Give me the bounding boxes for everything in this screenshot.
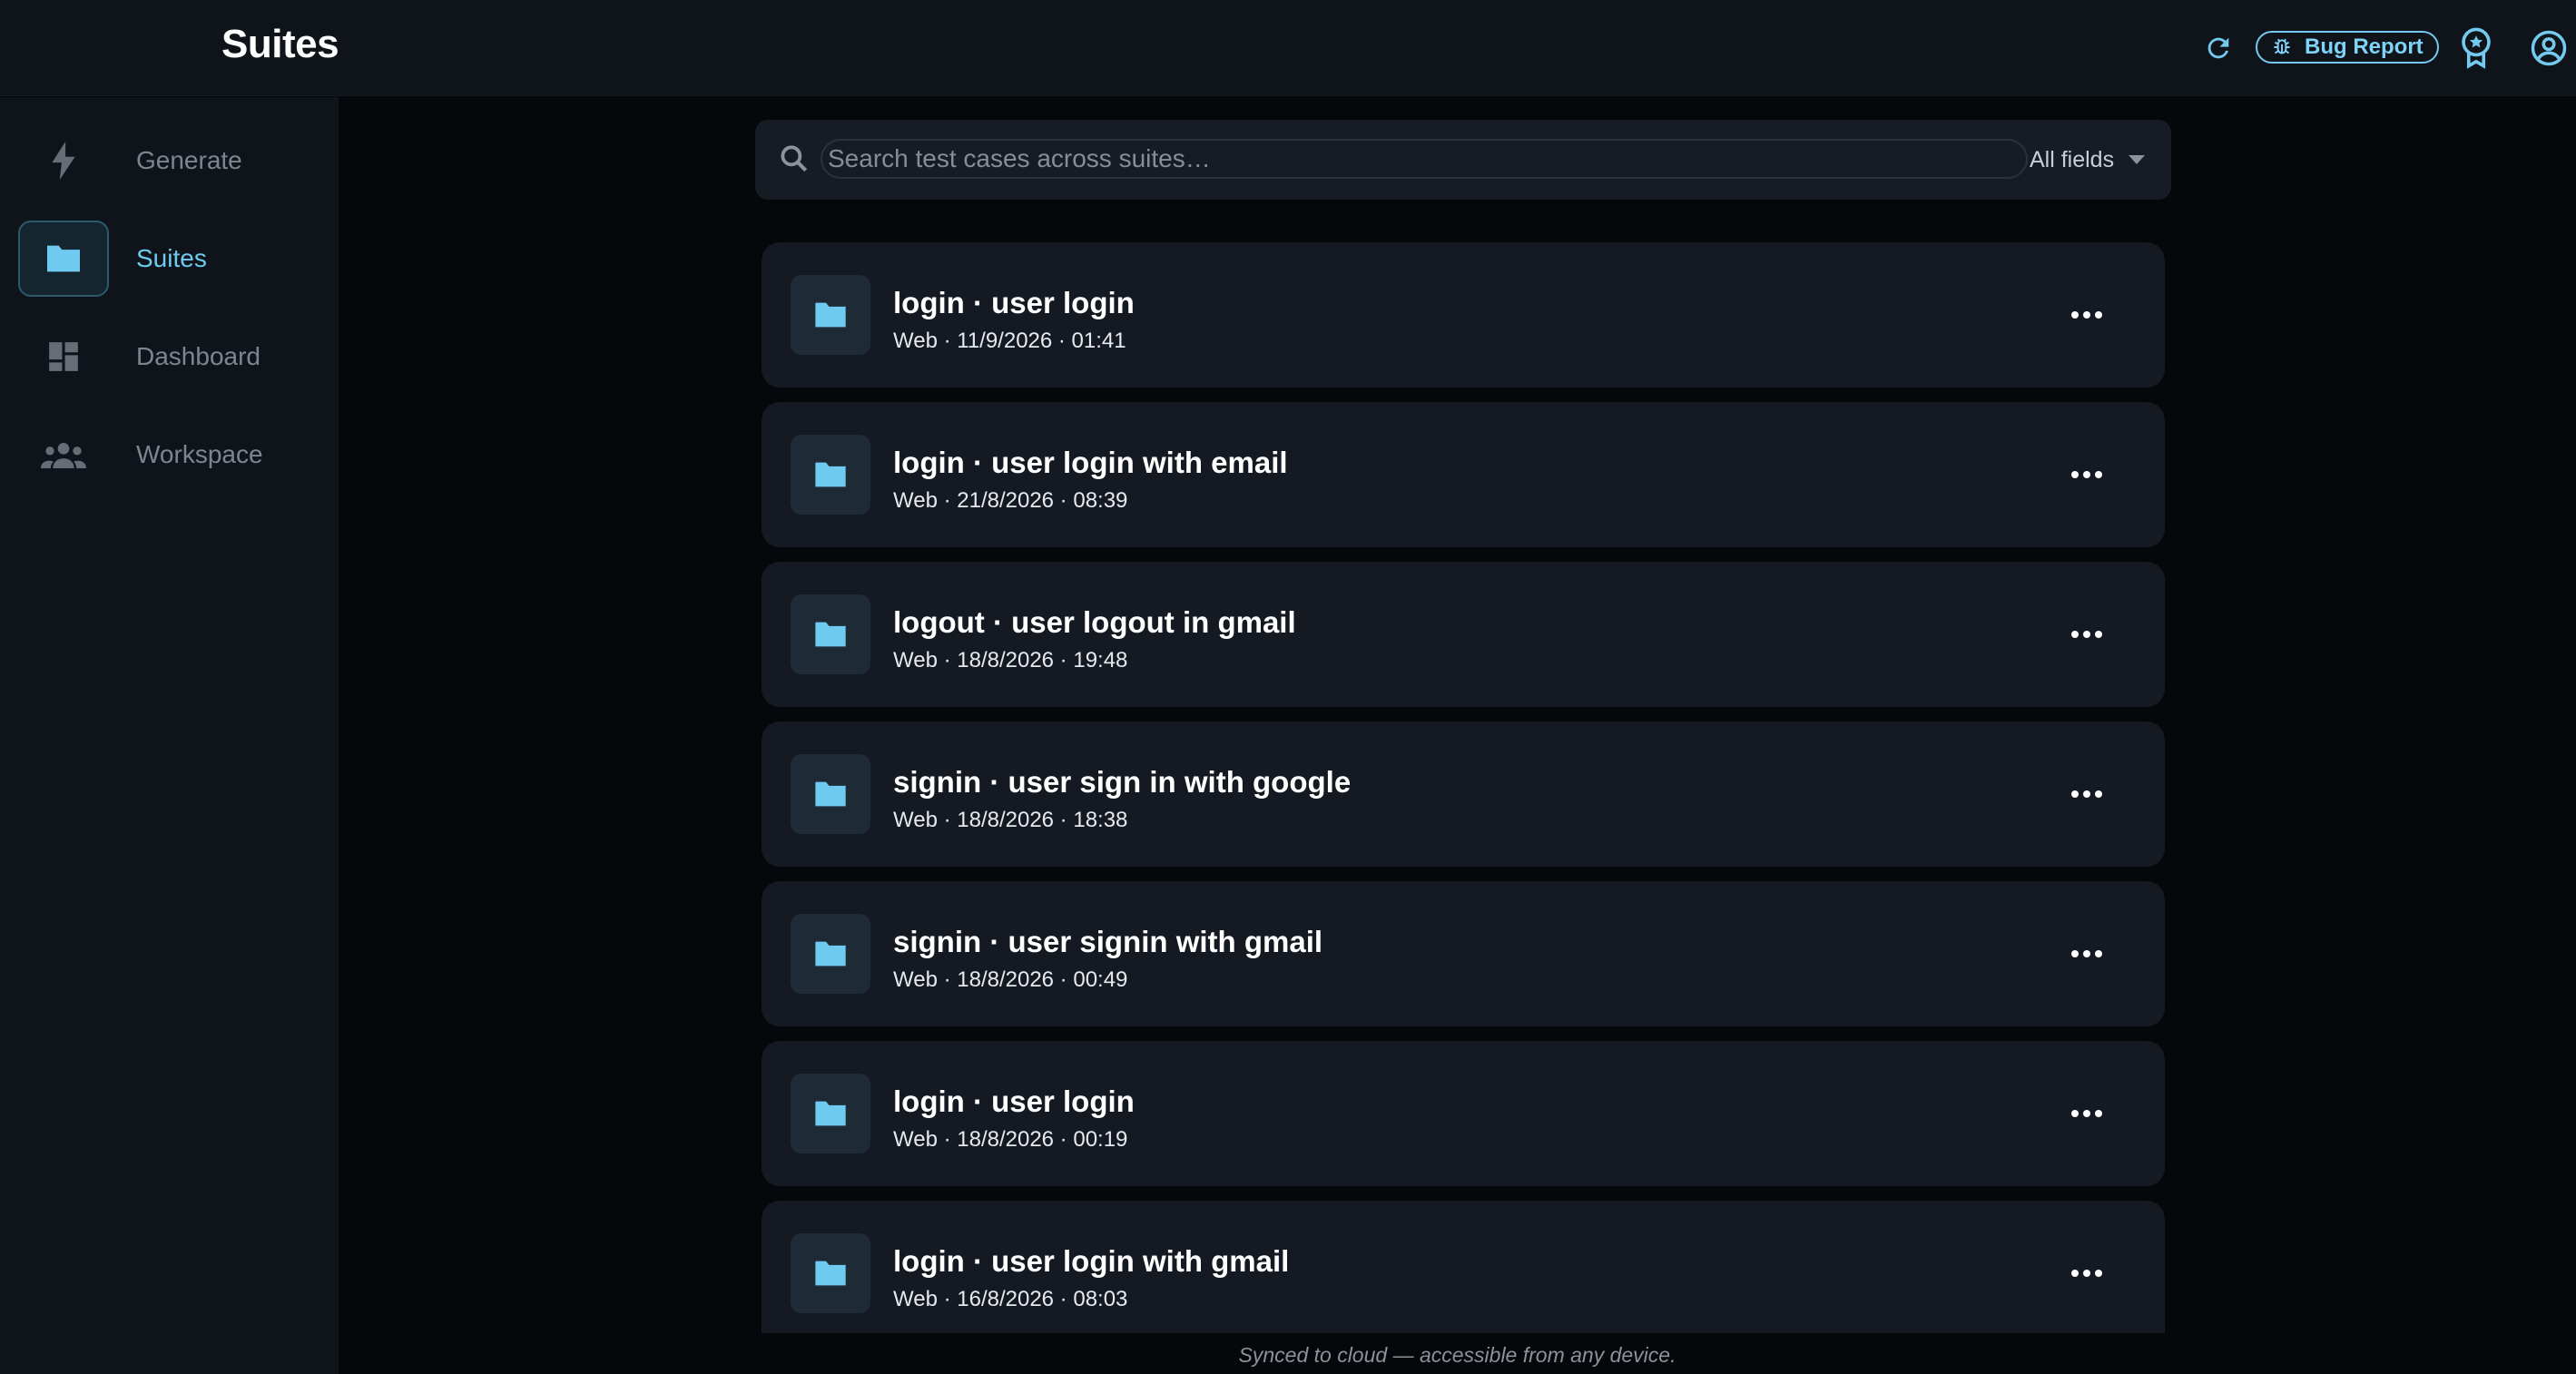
sidebar-item-label: Generate: [136, 146, 242, 174]
refresh-icon: [2207, 37, 2229, 59]
suite-meta: Web · 21/8/2026 · 08:39: [893, 488, 1128, 513]
search-bar: All fields: [755, 120, 2171, 200]
award-button[interactable]: [2453, 25, 2500, 72]
more-options-button[interactable]: [2065, 1092, 2109, 1135]
more-options-button[interactable]: [2065, 932, 2109, 976]
refresh-button[interactable]: [2195, 25, 2242, 72]
bolt-icon: [52, 142, 75, 180]
top-bar: Suites Bug Report: [0, 0, 2576, 96]
more-horizontal-icon: [2071, 311, 2102, 319]
sidebar-item-label: Dashboard: [136, 342, 261, 370]
suite-card[interactable]: login · user login with email Web · 21/8…: [762, 402, 2165, 547]
suite-title: login · user login: [893, 286, 1135, 319]
field-filter-dropdown[interactable]: All fields: [2030, 143, 2146, 176]
search-icon: [781, 145, 808, 172]
suite-card[interactable]: signin · user sign in with google Web · …: [762, 721, 2165, 867]
suite-meta: Web · 18/8/2026 · 18:38: [893, 808, 1128, 832]
filter-label: All fields: [2030, 146, 2115, 172]
folder-icon: [815, 1261, 846, 1286]
bug-report-label: Bug Report: [2305, 34, 2424, 59]
chevron-down-icon: [2129, 155, 2146, 164]
more-options-button[interactable]: [2065, 1251, 2109, 1295]
folder-icon: [815, 941, 846, 967]
folder-icon: [47, 245, 80, 272]
suite-meta: Web · 18/8/2026 · 00:19: [893, 1127, 1128, 1152]
account-circle-icon: [2531, 30, 2567, 66]
suite-meta: Web · 18/8/2026 · 19:48: [893, 648, 1128, 672]
more-horizontal-icon: [2071, 950, 2102, 957]
sidebar-item-workspace[interactable]: Workspace: [18, 417, 318, 493]
suite-meta: Web · 18/8/2026 · 00:49: [893, 967, 1128, 992]
folder-icon: [815, 462, 846, 487]
page-title: Suites: [221, 22, 339, 66]
suite-card[interactable]: login · user login Web · 11/9/2026 · 01:…: [762, 242, 2165, 388]
sidebar-item-dashboard[interactable]: Dashboard: [18, 319, 318, 395]
suite-title: logout · user logout in gmail: [893, 605, 1296, 639]
suite-title: signin · user sign in with google: [893, 765, 1352, 799]
more-horizontal-icon: [2071, 471, 2102, 478]
more-options-button[interactable]: [2065, 613, 2109, 656]
sidebar-item-suites[interactable]: Suites: [18, 221, 318, 297]
folder-icon: [815, 781, 846, 807]
sidebar-item-label: Workspace: [136, 440, 263, 468]
account-button[interactable]: [2525, 25, 2572, 72]
main-content: All fields login · user login Web · 11/9…: [339, 97, 2576, 1374]
sync-status-note: Synced to cloud — accessible from any de…: [1238, 1343, 1676, 1367]
more-horizontal-icon: [2071, 1270, 2102, 1277]
more-horizontal-icon: [2071, 1110, 2102, 1117]
suite-title: signin · user signin with gmail: [893, 925, 1323, 958]
more-options-button[interactable]: [2065, 772, 2109, 816]
suite-meta: Web · 11/9/2026 · 01:41: [893, 329, 1126, 353]
folder-icon: [815, 622, 846, 647]
bug-icon: [2274, 38, 2290, 54]
sidebar-item-generate[interactable]: Generate: [18, 123, 318, 199]
suite-title: login · user login: [893, 1084, 1135, 1118]
sidebar: Generate Suites Dashboard Workspace: [0, 97, 339, 1374]
dashboard-icon: [49, 342, 78, 371]
suite-card[interactable]: signin · user signin with gmail Web · 18…: [762, 881, 2165, 1026]
bug-report-button[interactable]: Bug Report: [2256, 31, 2439, 64]
suite-card[interactable]: logout · user logout in gmail Web · 18/8…: [762, 562, 2165, 707]
more-horizontal-icon: [2071, 631, 2102, 638]
suite-title: login · user login with email: [893, 446, 1288, 479]
suite-meta: Web · 16/8/2026 · 08:03: [893, 1287, 1128, 1311]
more-options-button[interactable]: [2065, 453, 2109, 496]
group-icon: [41, 443, 86, 468]
sidebar-item-label: Suites: [136, 244, 207, 272]
suite-card[interactable]: login · user login Web · 18/8/2026 · 00:…: [762, 1041, 2165, 1186]
folder-icon: [815, 1101, 846, 1126]
award-icon: [2462, 27, 2491, 69]
more-options-button[interactable]: [2065, 293, 2109, 337]
suite-card[interactable]: login · user login with gmail Web · 16/8…: [762, 1201, 2165, 1333]
suite-title: login · user login with gmail: [893, 1244, 1290, 1278]
folder-icon: [815, 302, 846, 328]
search-input[interactable]: [821, 139, 2028, 179]
more-horizontal-icon: [2071, 790, 2102, 798]
